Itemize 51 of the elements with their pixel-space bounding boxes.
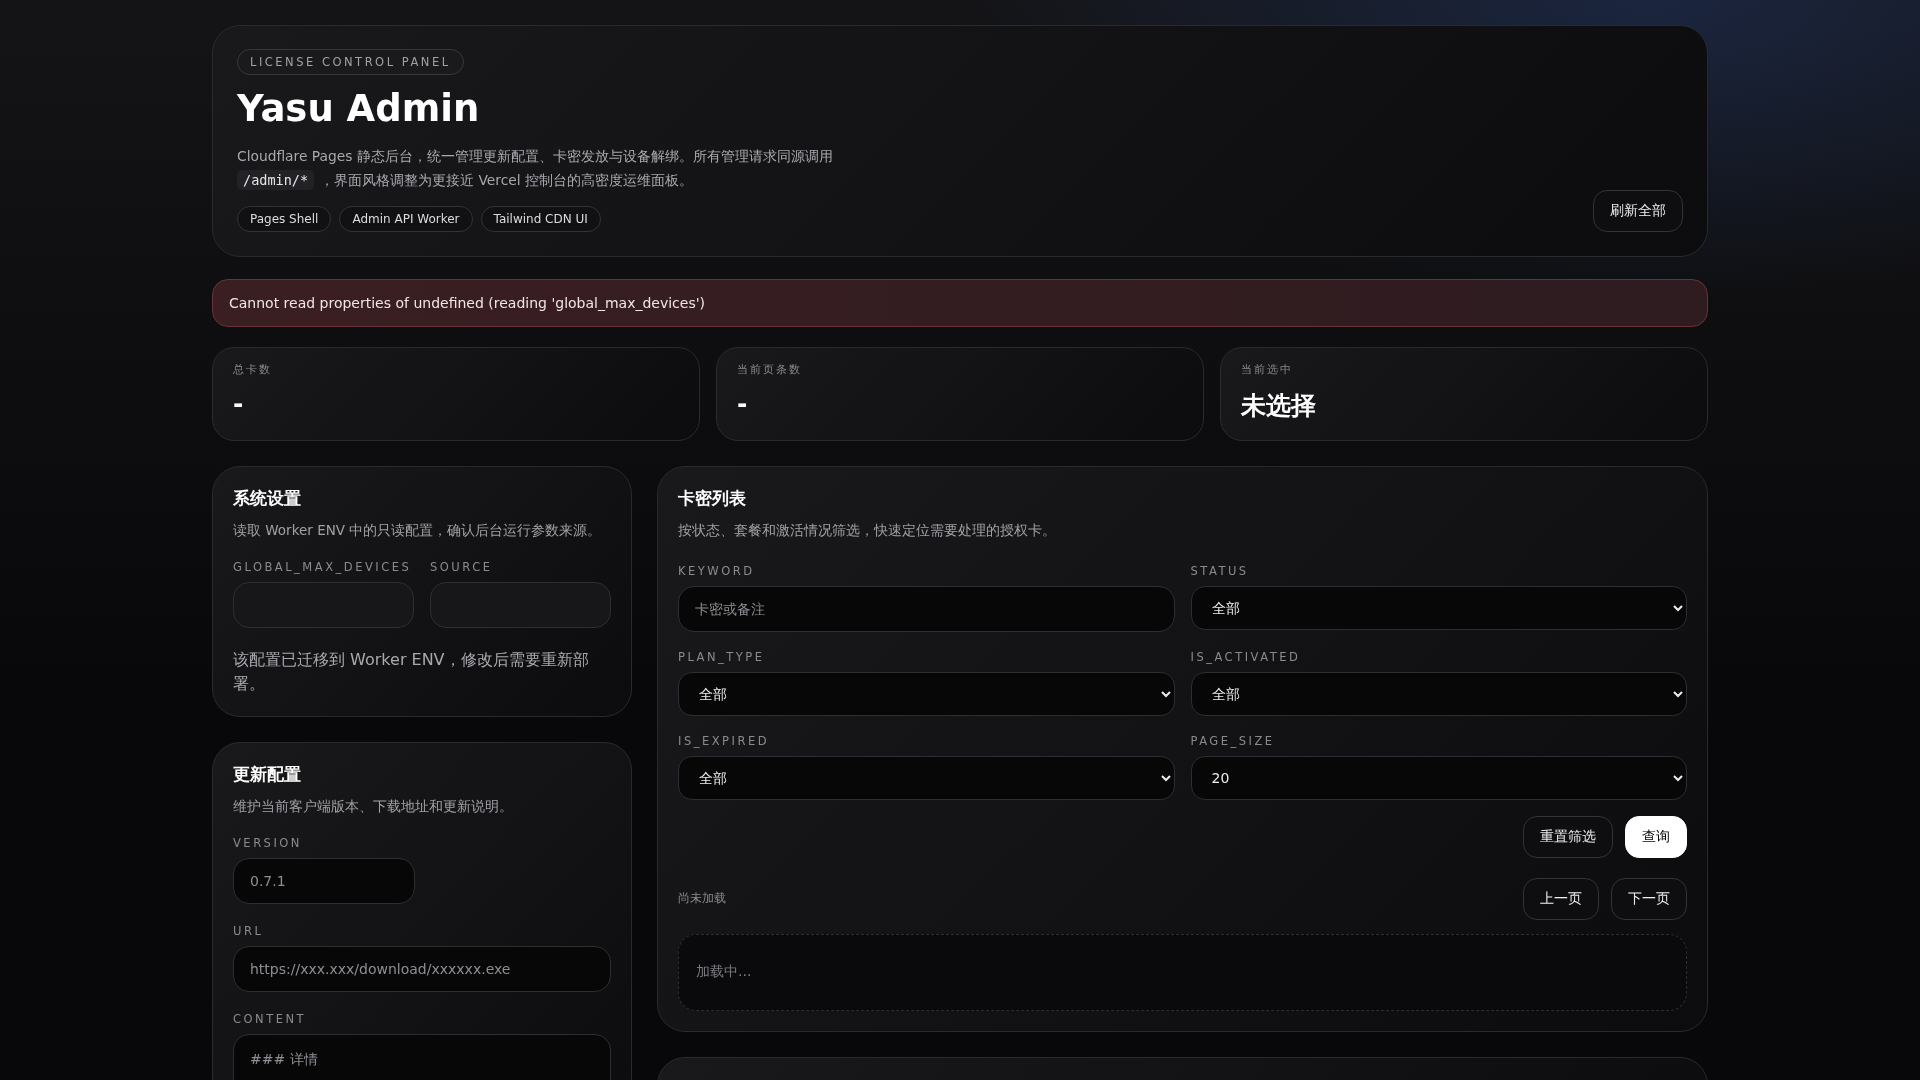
panel-subtitle: 读取 Worker ENV 中的只读配置，确认后台运行参数来源。	[233, 521, 603, 540]
panel-title: 卡密列表	[678, 486, 747, 510]
note-text: 该配置已迁移到 Worker ENV，修改后需要重新部署。	[233, 648, 590, 695]
field-label: IS_EXPIRED	[678, 733, 771, 748]
field-label: URL	[233, 923, 265, 938]
refresh-button[interactable]: 刷新全部	[1593, 189, 1683, 232]
field-label: PAGE_SIZE	[1190, 733, 1276, 748]
input-field[interactable]	[233, 581, 414, 628]
field-label: KEYWORD	[678, 563, 756, 578]
panel-badge: LICENSE CONTROL PANEL	[237, 49, 464, 75]
field-label: PLAN_TYPE	[678, 649, 766, 664]
page-button[interactable]: 下一页	[1611, 877, 1687, 920]
panel-subtitle: 按状态、套餐和激活情况筛选，快速定位需要处理的授权卡。	[678, 521, 1057, 540]
dropdown[interactable]: 20	[1190, 755, 1687, 800]
stat-label: 总卡数	[233, 361, 273, 377]
panel-title: 更新配置	[233, 762, 302, 786]
tag: Tailwind CDN UI	[480, 205, 601, 232]
field-label: GLOBAL_MAX_DEVICES	[233, 559, 413, 574]
input-field[interactable]	[430, 581, 611, 628]
panel-subtitle: 维护当前客户端版本、下载地址和更新说明。	[233, 797, 514, 816]
stat-value: 未选择	[1241, 389, 1317, 422]
page-button[interactable]: 上一页	[1523, 877, 1599, 920]
field-label: STATUS	[1190, 563, 1250, 578]
stat-value: -	[233, 388, 245, 418]
text-area[interactable]: ### 详情	[233, 1033, 611, 1080]
dropdown[interactable]: 全部	[678, 671, 1175, 716]
field-label: IS_ACTIVATED	[1190, 649, 1302, 664]
dropdown[interactable]: 全部	[1190, 585, 1687, 630]
code-snippet: /admin/*	[237, 169, 315, 190]
tag: Pages Shell	[237, 205, 332, 232]
load-status: 尚未加载	[678, 890, 726, 908]
field-label: CONTENT	[233, 1011, 308, 1026]
input-field[interactable]: 0.7.1	[233, 857, 415, 904]
page-title: Yasu Admin	[237, 89, 481, 130]
description-text: ，界面风格调整为更接近 Vercel 控制台的高密度运维面板。	[320, 171, 693, 188]
description-text: Cloudflare Pages 静态后台，统一管理更新配置、卡密发放与设备解绑。所有管理请求同源调用	[237, 146, 834, 166]
query-button[interactable]: 查询	[1625, 815, 1687, 858]
field-label: SOURCE	[430, 559, 494, 574]
stat-label: 当前选中	[1241, 361, 1294, 377]
search-field[interactable]: 卡密或备注	[678, 585, 1175, 632]
loading-text: 加载中...	[696, 963, 752, 982]
stat-value: -	[737, 388, 749, 418]
field-label: VERSION	[233, 835, 303, 850]
dropdown[interactable]: 全部	[678, 755, 1175, 800]
reset-button[interactable]: 重置筛选	[1523, 815, 1613, 858]
tag: Admin API Worker	[339, 205, 473, 232]
error-banner: Cannot read properties of undefined (reading 'global_max_devices')	[212, 278, 1708, 327]
input-field[interactable]: https://xxx.xxx/download/xxxxxx.exe	[233, 945, 611, 992]
dropdown[interactable]: 全部	[1190, 671, 1687, 716]
stat-label: 当前页条数	[737, 361, 803, 377]
panel-title: 系统设置	[233, 486, 302, 510]
